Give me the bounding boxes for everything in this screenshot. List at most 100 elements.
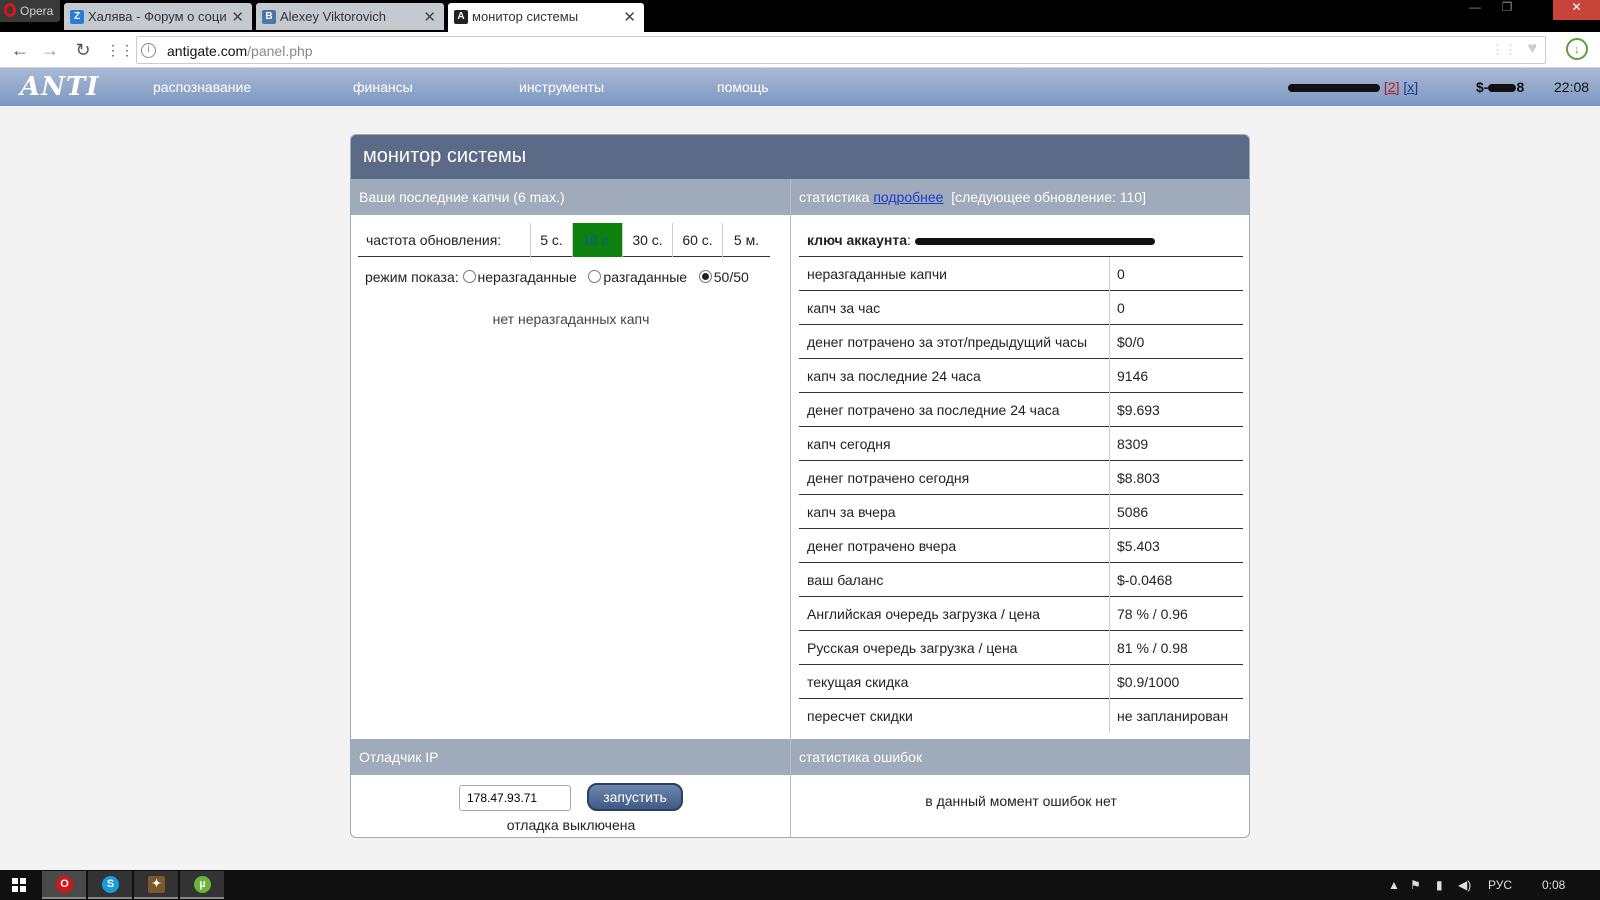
bookmark-heart-icon[interactable]: ♥: [1528, 40, 1538, 58]
recent-captchas-section: Ваши последние капчи (6 max.) частота об…: [351, 179, 791, 739]
network-icon[interactable]: ▮: [1436, 878, 1443, 892]
vk-favicon-icon: B: [262, 10, 276, 24]
close-icon[interactable]: ✕: [227, 8, 244, 26]
tab-title: Alexey Viktorovich: [280, 9, 386, 24]
antigate-favicon-icon: A: [454, 10, 468, 24]
mode-unsolved-radio[interactable]: [462, 270, 476, 283]
display-mode-row: режим показа: неразгаданные разгаданные …: [365, 269, 749, 285]
column-divider: [1109, 461, 1110, 495]
nav-help[interactable]: помощь: [717, 79, 769, 95]
tray-expand-icon[interactable]: ▲: [1388, 878, 1400, 892]
stat-value: не запланирован: [1117, 708, 1229, 724]
redacted-account-key: [914, 237, 1155, 245]
window-close-icon[interactable]: ✕: [1553, 0, 1600, 20]
mode-unsolved-label[interactable]: неразгаданные: [478, 269, 577, 285]
stat-value: 0: [1117, 266, 1125, 282]
column-divider: [1109, 665, 1110, 699]
opera-menu-button[interactable]: Opera: [0, 0, 60, 22]
close-icon[interactable]: ✕: [623, 8, 636, 26]
no-captchas-message: нет неразгаданных капч: [492, 311, 650, 327]
reload-icon[interactable]: ↻: [73, 40, 93, 60]
nav-recognition[interactable]: распознавание: [153, 79, 251, 95]
stat-row: ваш баланс $-0.0468: [799, 563, 1243, 597]
stat-row: Русская очередь загрузка / цена 81 % / 0.…: [799, 631, 1243, 665]
address-toolbar: ← → ↻ ⋮⋮ i antigate.com/panel.php ⋮⋮ ♥ ↓: [0, 32, 1600, 68]
stat-label: неразгаданные капчи: [807, 266, 948, 282]
taskbar-clock[interactable]: 0:08: [1542, 878, 1565, 892]
tab-title: Халява - Форум о социал: [88, 9, 242, 24]
statistics-details-link[interactable]: подробнее: [873, 189, 943, 205]
statistics-section: статистика подробнее [следующее обновлен…: [791, 179, 1249, 739]
refresh-30s-button[interactable]: 30 с.: [622, 223, 672, 257]
refresh-5s-button[interactable]: 5 с.: [530, 223, 572, 257]
ip-debugger-section: Отладчик IP запустить отладка выключена: [351, 739, 791, 837]
stat-label: Русская очередь загрузка / цена: [807, 640, 1018, 656]
logout-link[interactable]: [x]: [1403, 79, 1418, 95]
download-icon[interactable]: ↓: [1566, 38, 1588, 60]
stat-value: $0.9/1000: [1117, 674, 1180, 690]
stat-row: капч сегодня 8309: [799, 427, 1243, 461]
tab-vk[interactable]: B Alexey Viktorovich ✕: [256, 3, 444, 30]
column-divider: [1109, 325, 1110, 359]
address-field[interactable]: i antigate.com/panel.php ⋮⋮ ♥: [136, 36, 1546, 64]
no-errors-message: в данный момент ошибок нет: [925, 793, 1117, 809]
display-mode-label: режим показа:: [365, 269, 459, 285]
app-icon: ✦: [148, 876, 165, 893]
redacted-username: [1288, 84, 1380, 93]
volume-icon[interactable]: ◀): [1458, 878, 1471, 892]
nav-finance[interactable]: финансы: [353, 79, 413, 95]
refresh-10s-button[interactable]: 10 с.: [572, 223, 622, 257]
column-divider: [1109, 597, 1110, 631]
site-logo[interactable]: ANTI: [20, 72, 99, 102]
site-header: ANTI распознавание финансы инструменты п…: [0, 68, 1600, 106]
messages-count-link[interactable]: [2]: [1384, 79, 1400, 95]
column-divider: [1109, 529, 1110, 563]
column-divider: [1109, 563, 1110, 597]
mode-5050-label[interactable]: 50/50: [714, 269, 749, 285]
language-indicator[interactable]: РУС: [1488, 878, 1512, 892]
nav-tools[interactable]: инструменты: [519, 79, 604, 95]
system-monitor-panel: монитор системы Ваши последние капчи (6 …: [350, 134, 1250, 838]
close-icon[interactable]: ✕: [423, 8, 436, 26]
stat-label: денег потрачено вчера: [807, 538, 957, 554]
column-divider: [1109, 631, 1110, 665]
action-center-flag-icon[interactable]: ⚑: [1410, 878, 1421, 892]
stat-label: капч за последние 24 часа: [807, 368, 981, 384]
site-info-icon[interactable]: i: [141, 43, 156, 58]
minimize-icon[interactable]: —: [1460, 0, 1490, 20]
stat-label: текущая скидка: [807, 674, 909, 690]
column-divider: [1109, 495, 1110, 529]
mode-solved-radio[interactable]: [588, 270, 602, 283]
ip-input[interactable]: [459, 785, 571, 811]
column-divider: [1109, 427, 1110, 461]
speed-dial-icon[interactable]: ⋮⋮: [106, 40, 134, 60]
stat-value: $5.403: [1117, 538, 1160, 554]
taskbar-skype[interactable]: S: [88, 871, 132, 899]
account-key-label: ключ аккаунта: [807, 232, 907, 248]
refresh-60s-button[interactable]: 60 с.: [672, 223, 722, 257]
tab-system-monitor[interactable]: A монитор системы ✕: [448, 3, 644, 32]
forum-favicon-icon: Z: [70, 10, 84, 24]
stash-icon[interactable]: ⋮⋮: [1491, 42, 1517, 58]
tab-forum[interactable]: Z Халява - Форум о социал ✕: [64, 3, 252, 30]
maximize-icon[interactable]: ❐: [1492, 0, 1522, 20]
tab-title: монитор системы: [472, 9, 579, 24]
refresh-rate-label: частота обновления:: [366, 232, 502, 248]
back-icon[interactable]: ←: [10, 40, 30, 60]
header-clock: 22:08: [1554, 79, 1590, 95]
taskbar-utorrent[interactable]: µ: [180, 871, 224, 899]
run-button[interactable]: запустить: [587, 783, 683, 811]
stat-label: денег потрачено за этот/предыдущий часы: [807, 334, 1088, 350]
column-divider: [1109, 393, 1110, 427]
stat-label: капч за вчера: [807, 504, 896, 520]
refresh-5m-button[interactable]: 5 м.: [722, 223, 770, 257]
mode-5050-radio[interactable]: [698, 270, 712, 283]
forward-icon[interactable]: →: [40, 40, 60, 60]
stat-label: Английская очередь загрузка / цена: [807, 606, 1040, 622]
windows-start-icon[interactable]: [12, 878, 26, 892]
stat-label: ваш баланс: [807, 572, 884, 588]
taskbar-opera[interactable]: O: [42, 871, 86, 899]
mode-solved-label[interactable]: разгаданные: [603, 269, 687, 285]
taskbar-app[interactable]: ✦: [134, 871, 178, 899]
opera-label: Opera: [20, 4, 54, 18]
